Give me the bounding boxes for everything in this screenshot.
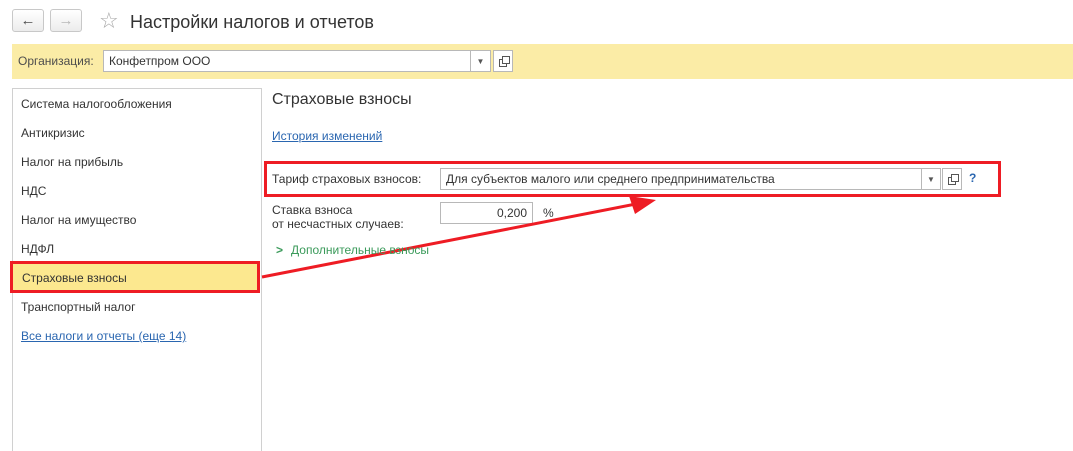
help-icon[interactable]: ? [969, 171, 976, 185]
forward-button[interactable]: → [50, 9, 82, 32]
sidebar-item-vat[interactable]: НДС [21, 183, 46, 199]
sidebar-item-anticrisis[interactable]: Антикризис [21, 125, 85, 141]
rate-input[interactable]: 0,200 [440, 202, 533, 224]
favorite-star-icon[interactable]: ☆ [99, 8, 119, 34]
organization-bar: Организация: Конфетпром ООО ▼ [12, 44, 1073, 79]
chevron-down-icon: ▼ [476, 56, 485, 66]
sidebar-item-transport-tax[interactable]: Транспортный налог [21, 299, 136, 315]
rate-label-line2: от несчастных случаев: [272, 217, 404, 231]
tariff-label: Тариф страховых взносов: [272, 172, 422, 186]
additional-contributions-toggle[interactable]: > Дополнительные взносы [276, 243, 429, 257]
sidebar-all-taxes-link[interactable]: Все налоги и отчеты (еще 14) [21, 328, 186, 344]
tariff-select[interactable]: Для субъектов малого или среднего предпр… [440, 168, 922, 190]
sidebar-item-label: Страховые взносы [22, 271, 127, 285]
organization-dropdown-button[interactable]: ▼ [471, 50, 491, 72]
arrow-right-icon: → [58, 12, 74, 29]
sidebar-item-taxation-system[interactable]: Система налогообложения [21, 96, 172, 112]
rate-unit: % [543, 206, 554, 220]
organization-label: Организация: [18, 54, 94, 68]
additional-contributions-label: Дополнительные взносы [291, 243, 430, 257]
rate-label-line1: Ставка взноса [272, 203, 353, 217]
rate-label: Ставка взноса от несчастных случаев: [272, 203, 404, 231]
page-title: Настройки налогов и отчетов [130, 12, 374, 32]
history-link[interactable]: История изменений [272, 129, 382, 143]
arrow-left-icon: ← [20, 12, 36, 29]
sidebar-item-insurance-contributions[interactable]: Страховые взносы [10, 261, 260, 293]
open-form-icon [498, 55, 510, 67]
section-title: Страховые взносы [272, 91, 412, 108]
organization-input[interactable]: Конфетпром ООО [103, 50, 471, 72]
organization-open-button[interactable] [493, 50, 513, 72]
tariff-dropdown-button[interactable]: ▼ [921, 168, 941, 190]
tariff-open-button[interactable] [942, 168, 962, 190]
chevron-right-icon: > [276, 243, 284, 257]
sidebar-item-ndfl[interactable]: НДФЛ [21, 241, 54, 257]
chevron-down-icon: ▼ [927, 174, 935, 184]
back-button[interactable]: ← [12, 9, 44, 32]
open-form-icon [947, 173, 959, 185]
sidebar-item-profit-tax[interactable]: Налог на прибыль [21, 154, 123, 170]
sidebar-item-property-tax[interactable]: Налог на имущество [21, 212, 136, 228]
